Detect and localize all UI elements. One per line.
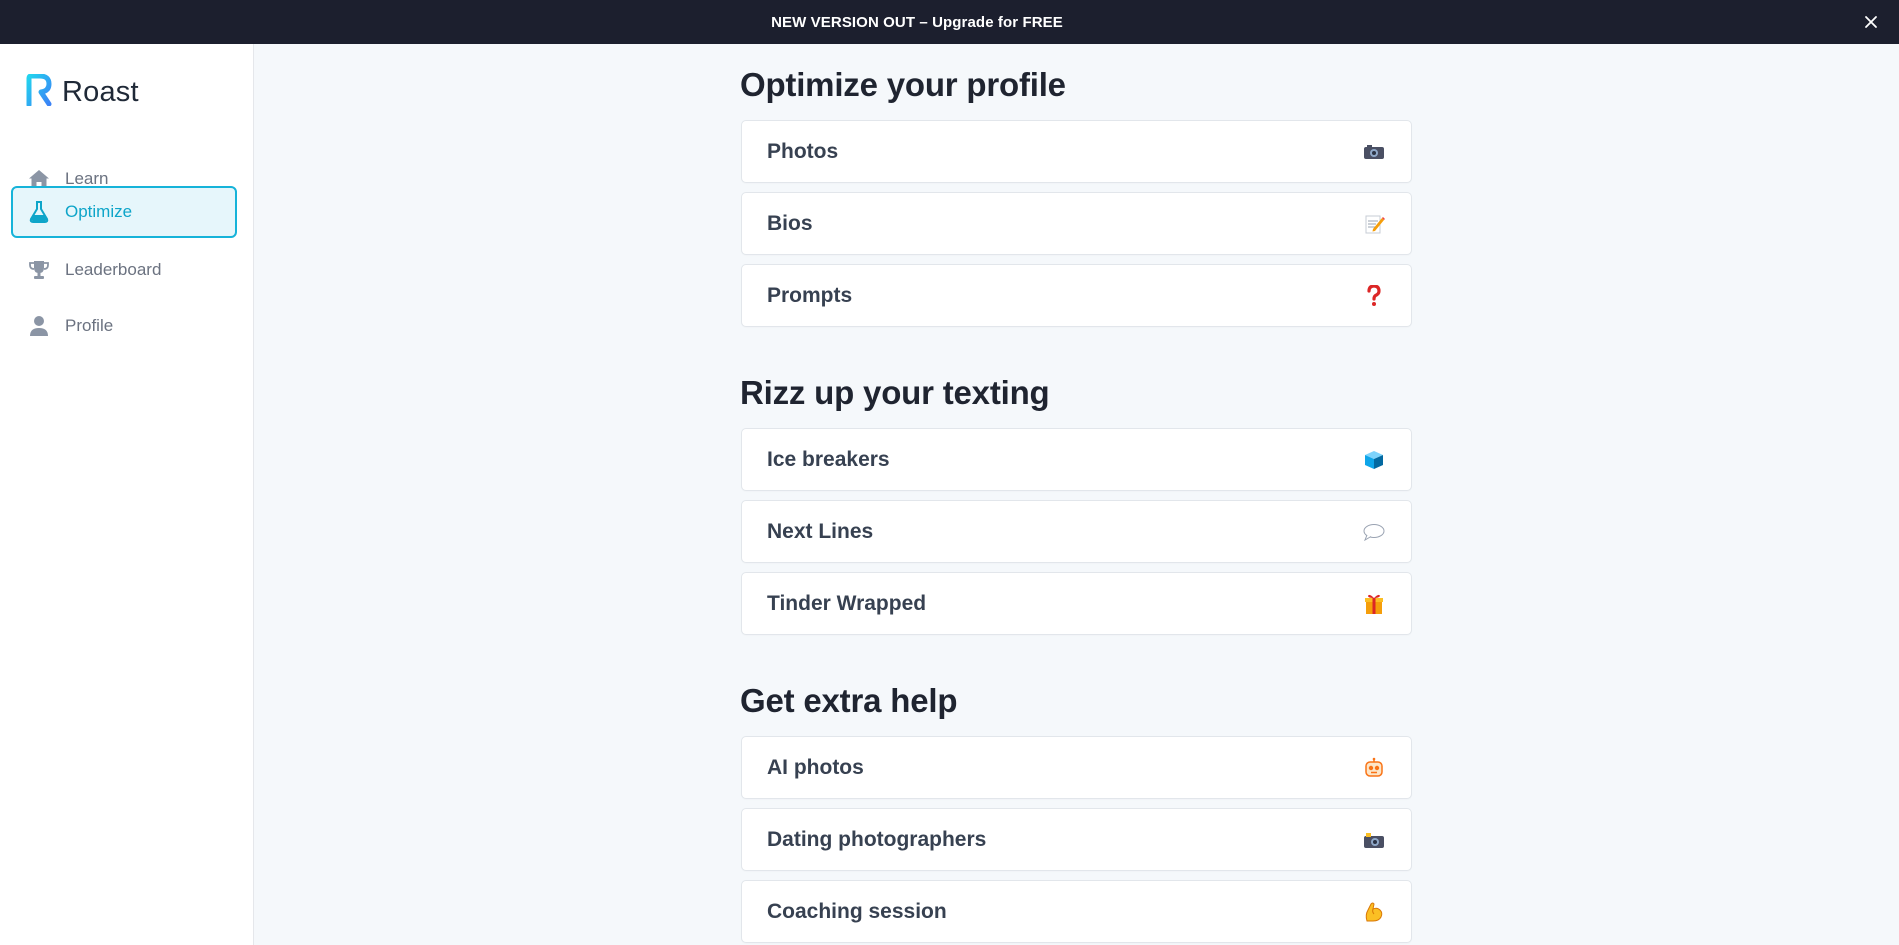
card-label: Prompts	[767, 283, 853, 307]
close-icon[interactable]	[1861, 12, 1881, 32]
flask-icon	[27, 200, 51, 224]
card-label: Next Lines	[767, 519, 874, 543]
robot-icon	[1362, 756, 1386, 780]
roast-logo-icon	[26, 73, 52, 111]
card-ice-breakers[interactable]: Ice breakers	[741, 428, 1412, 491]
memo-icon	[1362, 212, 1386, 236]
card-label: Bios	[767, 211, 813, 235]
section-title-extra-help: Get extra help	[740, 682, 958, 719]
camera-icon	[1362, 140, 1386, 164]
sidebar-item-label: Leaderboard	[65, 260, 162, 279]
card-label: Ice breakers	[767, 447, 890, 471]
card-photos[interactable]: Photos	[741, 120, 1412, 183]
card-ai-photos[interactable]: AI photos	[741, 736, 1412, 799]
sidebar-item-label: Optimize	[65, 202, 133, 221]
card-next-lines[interactable]: Next Lines	[741, 500, 1412, 563]
card-coaching-session[interactable]: Coaching session	[741, 880, 1412, 943]
card-prompts[interactable]: Prompts	[741, 264, 1412, 327]
upgrade-banner[interactable]: NEW VERSION OUT – Upgrade for FREE	[0, 0, 1899, 44]
person-icon	[27, 314, 51, 338]
sidebar-item-profile[interactable]: Profile	[11, 300, 237, 352]
card-label: Coaching session	[767, 899, 947, 923]
card-bios[interactable]: Bios	[741, 192, 1412, 255]
section-title-optimize-profile: Optimize your profile	[740, 66, 1066, 103]
app-logo[interactable]: Roast	[26, 73, 139, 111]
card-label: AI photos	[767, 755, 864, 779]
section-title-texting: Rizz up your texting	[740, 374, 1050, 411]
card-label: Photos	[767, 139, 839, 163]
sidebar-item-optimize[interactable]: Optimize	[11, 186, 237, 238]
flexed-biceps-icon	[1362, 900, 1386, 924]
app-name: Roast	[62, 76, 139, 108]
card-label: Tinder Wrapped	[767, 591, 927, 615]
camera-flash-icon	[1362, 828, 1386, 852]
trophy-icon	[27, 258, 51, 282]
sidebar-item-label: Profile	[65, 316, 114, 335]
main-content: Optimize your profile Photos Bios Prompt…	[255, 44, 1899, 945]
gift-icon	[1362, 592, 1386, 616]
banner-text[interactable]: NEW VERSION OUT – Upgrade for FREE	[771, 14, 1063, 31]
card-dating-photographers[interactable]: Dating photographers	[741, 808, 1412, 871]
card-label: Dating photographers	[767, 827, 987, 851]
card-tinder-wrapped[interactable]: Tinder Wrapped	[741, 572, 1412, 635]
ice-cube-icon	[1362, 448, 1386, 472]
speech-bubble-icon	[1362, 520, 1386, 544]
sidebar-item-leaderboard[interactable]: Leaderboard	[11, 244, 237, 296]
question-mark-icon	[1362, 284, 1386, 308]
sidebar: Roast Learn Optimize Leaderboard Profile	[0, 44, 254, 945]
